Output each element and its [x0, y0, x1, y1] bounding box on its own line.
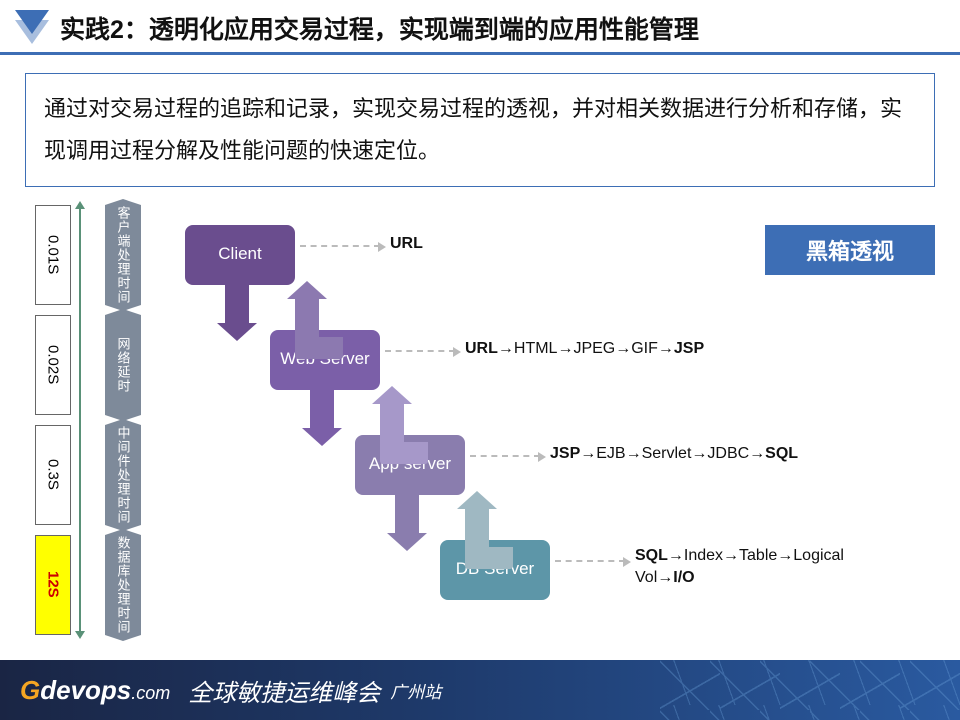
flow-label-app: JSP→EJB→Servlet→JDBC→SQL — [550, 445, 798, 463]
dimension-arrow-down-icon — [75, 631, 85, 639]
header-chevron-icon — [15, 20, 49, 44]
timing-cell: 0.01S — [35, 205, 71, 305]
timing-cell: 0.3S — [35, 425, 71, 525]
node-client: Client — [185, 225, 295, 285]
flow-label-web: URL→HTML→JPEG→GIF→JSP — [465, 340, 704, 358]
dashed-arrow-icon — [385, 350, 455, 352]
title-underline — [0, 52, 960, 55]
arrow-up-icon — [380, 386, 404, 464]
dimension-line — [79, 209, 81, 631]
timing-column: 0.01S 0.02S 0.3S 12S — [35, 205, 71, 635]
flow-label-url: URL — [390, 235, 423, 253]
brand-logo: Gdevops.com — [20, 675, 170, 706]
dashed-arrow-icon — [555, 560, 625, 562]
dimension-arrow-up-icon — [75, 201, 85, 209]
timing-cell-highlight: 12S — [35, 535, 71, 635]
stage-cell: 数据库处理时间 — [105, 535, 141, 635]
flow-label-db: SQL→Index→Table→Logical Vol→I/O — [635, 545, 895, 590]
footer-network-decoration — [660, 660, 960, 720]
conference-city: 广州站 — [390, 678, 441, 703]
dashed-arrow-icon — [300, 245, 380, 247]
timing-cell: 0.02S — [35, 315, 71, 415]
stage-cell: 网络延时 — [105, 315, 141, 415]
slide-footer: Gdevops.com 全球敏捷运维峰会 广州站 — [0, 660, 960, 720]
stage-cell: 中间件处理时间 — [105, 425, 141, 525]
conference-name: 全球敏捷运维峰会 — [188, 673, 380, 708]
flow-diagram: Client Web Server App server DB Server U… — [165, 205, 935, 635]
description-box: 通过对交易过程的追踪和记录，实现交易过程的透视，并对相关数据进行分析和存储，实现… — [25, 73, 935, 187]
badge-blackbox: 黑箱透视 — [765, 225, 935, 275]
arrow-up-icon — [465, 491, 489, 569]
arrow-down-icon — [395, 495, 419, 551]
slide-header: 实践2：透明化应用交易过程，实现端到端的应用性能管理 — [0, 0, 960, 63]
slide-title: 实践2：透明化应用交易过程，实现端到端的应用性能管理 — [60, 10, 960, 46]
arrow-up-icon — [295, 281, 319, 359]
arrow-down-icon — [225, 285, 249, 341]
diagram-area: 0.01S 0.02S 0.3S 12S 客户端处理时间 网络延时 中间件处理时… — [25, 205, 935, 650]
stage-column: 客户端处理时间 网络延时 中间件处理时间 数据库处理时间 — [105, 205, 141, 635]
arrow-down-icon — [310, 390, 334, 446]
dashed-arrow-icon — [470, 455, 540, 457]
stage-cell: 客户端处理时间 — [105, 205, 141, 305]
